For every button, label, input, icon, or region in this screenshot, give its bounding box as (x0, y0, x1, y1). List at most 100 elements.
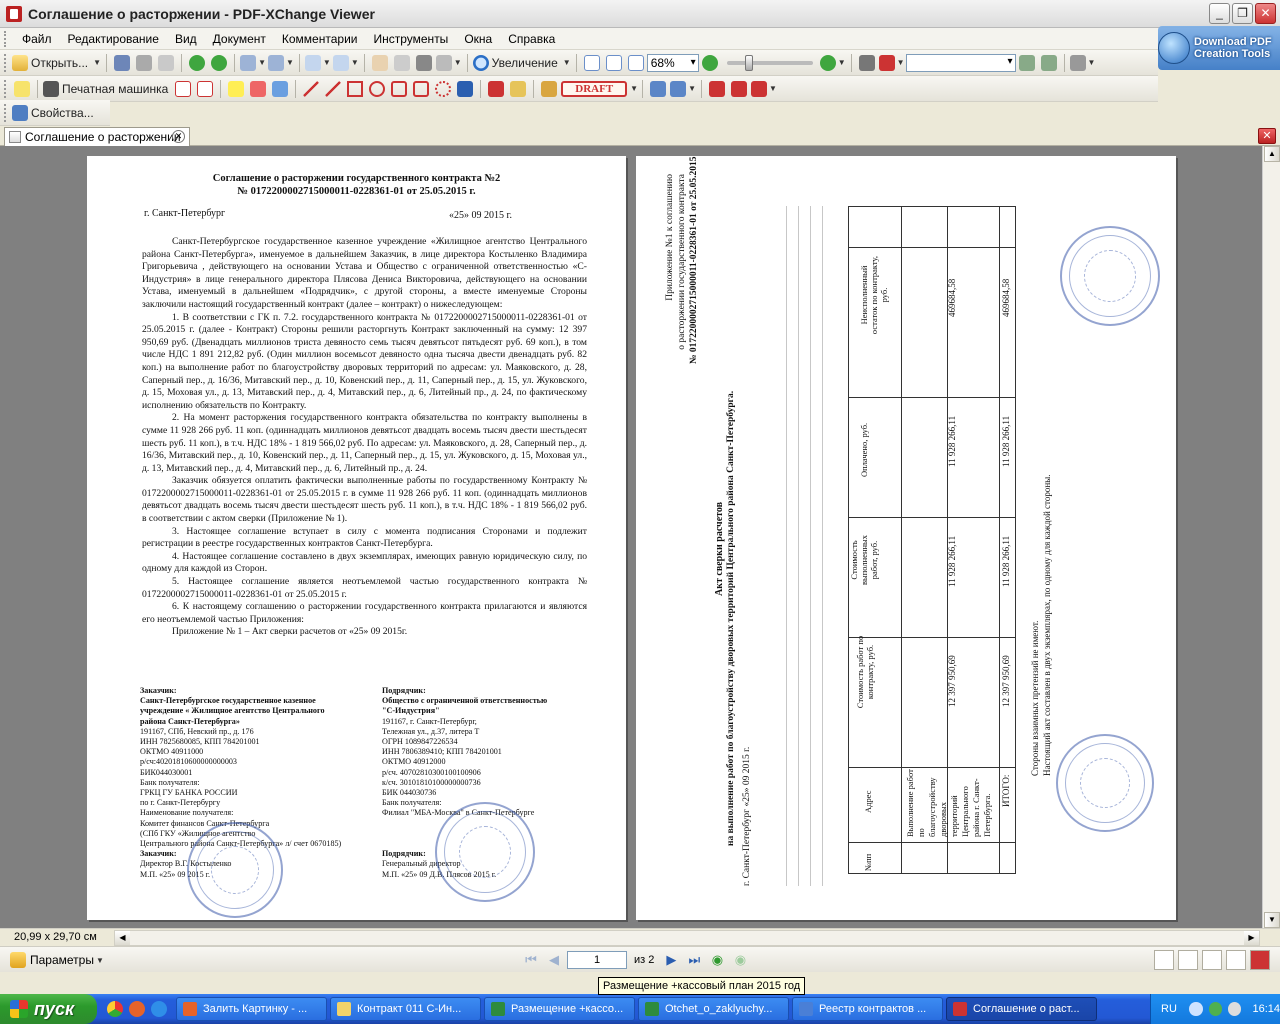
facing-view-button[interactable] (1202, 950, 1222, 970)
snapshot-button[interactable] (414, 53, 434, 73)
start-button[interactable]: пуск (0, 994, 97, 1024)
highlight-text-button[interactable] (226, 79, 246, 99)
first-page-button[interactable]: ⏮ (521, 950, 541, 970)
stamp-tool-button[interactable] (539, 79, 559, 99)
pencil-tool-button[interactable] (486, 79, 506, 99)
textbox-tool-button[interactable] (173, 79, 193, 99)
measure-perimeter-button[interactable] (729, 79, 749, 99)
tray-arrow-icon[interactable] (1189, 1002, 1203, 1016)
zoom-slider-thumb[interactable] (744, 54, 753, 71)
scroll-down-button[interactable]: ▼ (1264, 912, 1280, 928)
close-document-button[interactable]: ✕ (1258, 128, 1276, 144)
next-page-button[interactable]: ▶ (661, 950, 681, 970)
oval-tool-button[interactable] (367, 79, 387, 99)
pin-tool-button[interactable] (455, 79, 475, 99)
open-button[interactable]: Открыть... ▼ (12, 53, 101, 73)
continuous-facing-view-button[interactable] (1226, 950, 1246, 970)
pdf-export-icon[interactable] (1250, 950, 1270, 970)
menu-comments[interactable]: Комментарии (274, 28, 366, 50)
task-button[interactable]: Контракт 011 С-Ин... (330, 997, 481, 1021)
network-icon[interactable] (1208, 1002, 1222, 1016)
select-text-button[interactable] (392, 53, 412, 73)
search-input[interactable] (905, 53, 1016, 72)
last-page-button[interactable]: ⏭ (684, 950, 704, 970)
continuous-view-button[interactable] (1178, 950, 1198, 970)
callout-tool-button[interactable] (195, 79, 215, 99)
polyline-tool-button[interactable] (411, 79, 431, 99)
tools-options-button[interactable]: ▼ (1069, 53, 1095, 73)
cloud-tool-button[interactable] (433, 79, 453, 99)
zoom-level-select[interactable]: 68% (646, 53, 699, 72)
menu-document[interactable]: Документ (205, 28, 274, 50)
download-pdf-tools-promo[interactable]: Download PDF Creation Tools (1158, 26, 1280, 70)
typewriter-button[interactable]: Печатная машинка (43, 79, 171, 99)
undo-button[interactable]: ▼ (240, 53, 266, 73)
ie-icon[interactable] (151, 1001, 167, 1017)
page-number-input[interactable]: 1 (567, 951, 627, 969)
forward-button[interactable] (209, 53, 229, 73)
fit-width-button[interactable] (626, 53, 646, 73)
zoom-in-button[interactable]: ▼ (819, 53, 846, 73)
find-next-button[interactable] (1039, 53, 1059, 73)
fit-page-button[interactable] (604, 53, 624, 73)
task-button[interactable]: Реестр контрактов ... (792, 997, 943, 1021)
menu-file[interactable]: Файл (14, 28, 60, 50)
menu-grip[interactable] (4, 30, 10, 47)
toolbar-grip[interactable] (4, 103, 8, 122)
vertical-scrollbar[interactable]: ▲ ▼ (1262, 146, 1280, 928)
menu-view[interactable]: Вид (167, 28, 205, 50)
single-page-view-button[interactable] (1154, 950, 1174, 970)
underline-text-button[interactable] (270, 79, 290, 99)
line-tool-button[interactable] (323, 79, 343, 99)
zoom-tool-button[interactable]: Увеличение ▼ (472, 53, 571, 73)
redo-button[interactable]: ▼ (267, 53, 294, 73)
comments-list-button[interactable] (648, 79, 668, 99)
tab-document[interactable]: Соглашение о расторжении ✕ (4, 127, 190, 146)
menu-edit[interactable]: Редактирование (60, 28, 167, 50)
history-forward-button[interactable]: ◉ (730, 950, 750, 970)
print-button[interactable] (134, 53, 154, 73)
find-prev-button[interactable] (1017, 53, 1037, 73)
scroll-left-button[interactable]: ◀ (115, 931, 130, 945)
prev-page-button[interactable]: ◀ (544, 950, 564, 970)
document-view[interactable]: Соглашение о расторжении государственног… (0, 146, 1262, 928)
arrow-tool-button[interactable] (301, 79, 321, 99)
minimize-button[interactable]: _ (1209, 3, 1230, 24)
save-button[interactable] (112, 53, 132, 73)
language-indicator[interactable]: RU (1161, 1003, 1186, 1015)
close-button[interactable]: ✕ (1255, 3, 1276, 24)
copy-button[interactable]: ▼ (304, 53, 331, 73)
menu-help[interactable]: Справка (500, 28, 563, 50)
note-tool-button[interactable] (12, 79, 32, 99)
scroll-right-button[interactable]: ▶ (1244, 931, 1259, 945)
draft-stamp-select[interactable]: DRAFT (561, 80, 628, 97)
menu-windows[interactable]: Окна (456, 28, 500, 50)
paste-button[interactable]: ▼ (332, 53, 359, 73)
toolbar-grip[interactable] (4, 79, 8, 98)
zoom-out-button[interactable] (700, 53, 720, 73)
horizontal-scrollbar[interactable]: ◀ ▶ (114, 930, 1260, 946)
task-button[interactable]: Залить Картинку - ... (176, 997, 327, 1021)
chrome-icon[interactable] (107, 1001, 123, 1017)
select-tool-button[interactable]: ▼ (435, 53, 462, 73)
task-button-active[interactable]: Соглашение о раст... (946, 997, 1097, 1021)
actual-size-button[interactable] (582, 53, 602, 73)
rectangle-tool-button[interactable] (345, 79, 365, 99)
back-button[interactable] (187, 53, 207, 73)
scroll-up-button[interactable]: ▲ (1264, 146, 1280, 162)
tab-close-icon[interactable]: ✕ (172, 130, 185, 143)
task-button[interactable]: Otchet_o_zaklyuchy... (638, 997, 789, 1021)
measure-area-button[interactable]: ▼ (751, 79, 777, 99)
menu-tools[interactable]: Инструменты (365, 28, 456, 50)
hand-tool-button[interactable] (370, 53, 390, 73)
strikeout-text-button[interactable] (248, 79, 268, 99)
email-button[interactable] (156, 53, 176, 73)
polygon-tool-button[interactable] (389, 79, 409, 99)
measure-distance-button[interactable] (707, 79, 727, 99)
draft-dropdown-arrow[interactable]: ▼ (630, 84, 638, 93)
properties-button[interactable]: Свойства... (12, 103, 97, 123)
volume-icon[interactable] (1228, 1002, 1242, 1016)
task-button[interactable]: Размещение +кассо... (484, 997, 635, 1021)
history-back-button[interactable]: ◉ (707, 950, 727, 970)
restore-button[interactable]: ❐ (1232, 3, 1253, 24)
